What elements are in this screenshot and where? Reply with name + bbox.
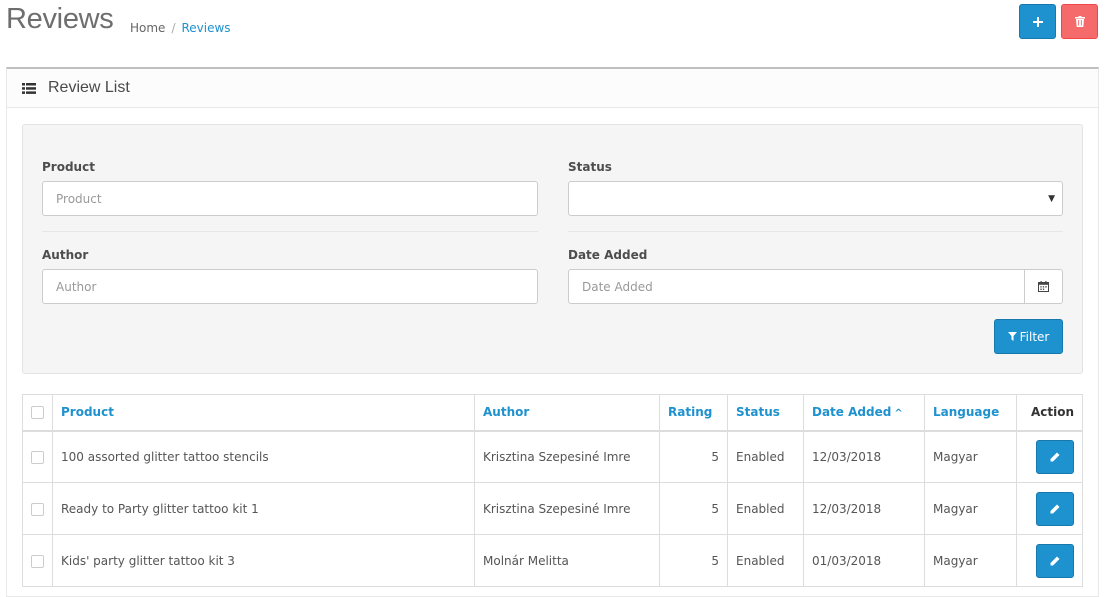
language-cell: Magyar bbox=[924, 534, 1017, 587]
date-added-cell: 12/03/2018 bbox=[803, 430, 925, 483]
column-date-added[interactable]: Date Added ^ bbox=[803, 394, 925, 432]
status-filter-label: Status bbox=[568, 160, 612, 174]
breadcrumb-home[interactable]: Home bbox=[130, 21, 165, 35]
chevron-down-icon: ▼ bbox=[1048, 194, 1055, 204]
row-checkbox[interactable] bbox=[31, 502, 44, 516]
panel-heading: Review List bbox=[7, 69, 1098, 108]
breadcrumb-reviews[interactable]: Reviews bbox=[181, 21, 230, 35]
table-row: Ready to Party glitter tattoo kit 1 Kris… bbox=[22, 482, 1083, 535]
rating-cell: 5 bbox=[659, 534, 728, 587]
rating-cell: 5 bbox=[659, 482, 728, 535]
product-filter-input[interactable]: Product bbox=[42, 181, 538, 216]
author-cell: Molnár Melitta bbox=[474, 534, 660, 587]
product-cell: Kids' party glitter tattoo kit 3 bbox=[52, 534, 475, 587]
list-icon bbox=[22, 82, 36, 94]
sort-ascending-icon: ^ bbox=[894, 408, 903, 420]
column-rating[interactable]: Rating bbox=[659, 394, 728, 432]
breadcrumb-separator: / bbox=[171, 21, 176, 35]
filter-button[interactable]: Filter bbox=[994, 319, 1063, 354]
plus-icon bbox=[1032, 16, 1043, 27]
select-all-checkbox[interactable] bbox=[31, 406, 44, 420]
column-action: Action bbox=[1016, 394, 1083, 432]
column-author[interactable]: Author bbox=[474, 394, 660, 432]
pencil-icon bbox=[1050, 452, 1060, 462]
header-actions bbox=[1019, 4, 1098, 39]
table-header-row: Product Author Rating Status Date Added ^… bbox=[22, 394, 1083, 432]
delete-reviews-button[interactable] bbox=[1061, 4, 1098, 39]
edit-button[interactable] bbox=[1036, 439, 1074, 474]
author-cell: Krisztina Szepesiné Imre bbox=[474, 430, 660, 483]
date-added-cell: 12/03/2018 bbox=[803, 482, 925, 535]
breadcrumb: Home / Reviews bbox=[130, 21, 231, 35]
product-cell: Ready to Party glitter tattoo kit 1 bbox=[52, 482, 475, 535]
divider bbox=[42, 231, 538, 232]
edit-button[interactable] bbox=[1036, 543, 1074, 578]
status-filter-select[interactable]: ▼ bbox=[568, 181, 1063, 216]
table-row: 100 assorted glitter tattoo stencils Kri… bbox=[22, 430, 1083, 483]
filter-button-label: Filter bbox=[1019, 329, 1050, 344]
row-checkbox-cell bbox=[22, 534, 53, 587]
rating-cell: 5 bbox=[659, 430, 728, 483]
column-status[interactable]: Status bbox=[727, 394, 804, 432]
add-review-button[interactable] bbox=[1019, 4, 1056, 39]
calendar-button[interactable] bbox=[1024, 270, 1062, 303]
status-cell: Enabled bbox=[727, 430, 804, 483]
page-title: Reviews bbox=[6, 3, 114, 35]
author-filter-label: Author bbox=[42, 248, 89, 262]
action-cell bbox=[1016, 534, 1083, 587]
pencil-icon bbox=[1050, 504, 1060, 513]
column-product[interactable]: Product bbox=[52, 394, 475, 432]
filter-box: Product Product Author Author Status ▼ D… bbox=[22, 124, 1083, 374]
product-cell: 100 assorted glitter tattoo stencils bbox=[52, 430, 475, 483]
row-checkbox-cell bbox=[22, 430, 53, 483]
page-header: Reviews Home / Reviews bbox=[0, 0, 1111, 68]
column-date-added-label: Date Added bbox=[812, 405, 892, 420]
action-cell bbox=[1016, 482, 1083, 535]
status-cell: Enabled bbox=[727, 482, 804, 535]
reviews-table: Product Author Rating Status Date Added ^… bbox=[22, 394, 1083, 587]
row-checkbox[interactable] bbox=[31, 450, 44, 464]
date-added-cell: 01/03/2018 bbox=[803, 534, 925, 587]
language-cell: Magyar bbox=[924, 482, 1017, 535]
select-all-cell bbox=[22, 394, 53, 432]
language-cell: Magyar bbox=[924, 430, 1017, 483]
date-added-placeholder: Date Added bbox=[582, 279, 653, 294]
column-language[interactable]: Language bbox=[924, 394, 1017, 432]
table-row: Kids' party glitter tattoo kit 3 Molnár … bbox=[22, 534, 1083, 587]
divider bbox=[568, 231, 1063, 232]
edit-button[interactable] bbox=[1036, 491, 1074, 526]
date-added-filter-label: Date Added bbox=[568, 248, 648, 262]
review-list-panel: Review List Product Product Author Autho… bbox=[6, 67, 1099, 597]
row-checkbox-cell bbox=[22, 482, 53, 535]
calendar-icon bbox=[1038, 281, 1049, 292]
product-filter-label: Product bbox=[42, 160, 95, 174]
action-cell bbox=[1016, 430, 1083, 483]
author-cell: Krisztina Szepesiné Imre bbox=[474, 482, 660, 535]
status-cell: Enabled bbox=[727, 534, 804, 587]
trash-icon bbox=[1074, 16, 1085, 27]
row-checkbox[interactable] bbox=[31, 554, 44, 568]
author-filter-input[interactable]: Author bbox=[42, 269, 538, 304]
panel-title: Review List bbox=[48, 79, 130, 96]
filter-icon bbox=[1007, 332, 1017, 341]
pencil-icon bbox=[1050, 556, 1060, 565]
date-added-filter-input[interactable]: Date Added bbox=[568, 269, 1063, 304]
